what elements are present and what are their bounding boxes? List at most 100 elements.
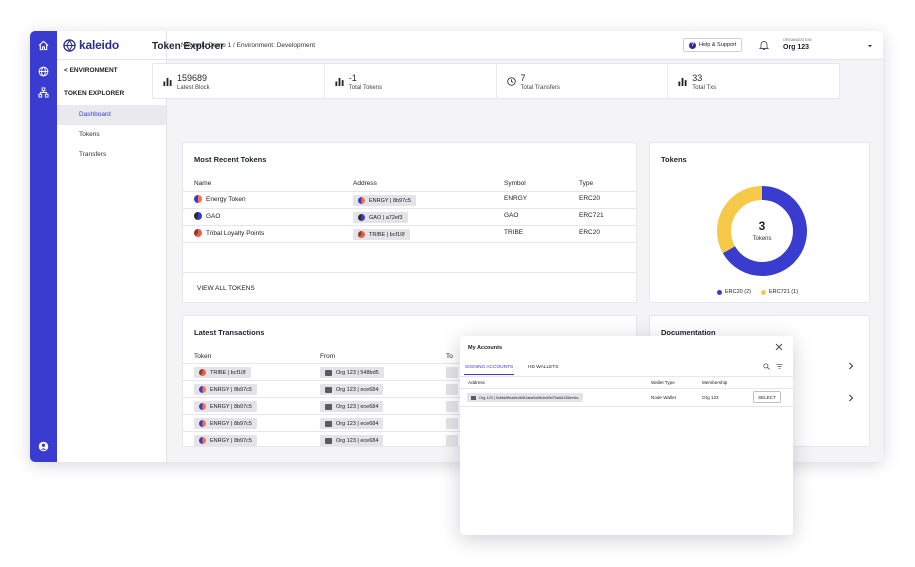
tx-from: Org 123 | ece684 (336, 437, 379, 444)
wallet-icon (325, 437, 332, 444)
icon-rail (30, 31, 57, 462)
token-address: TRIBE | bcf10f (369, 231, 405, 238)
tx-to-chip[interactable] (446, 367, 458, 378)
stat-label: Total Txs (692, 85, 717, 91)
stat-value: -1 (348, 73, 357, 83)
tx-from-chip[interactable]: Org 123 | ece684 (320, 418, 384, 429)
tx-token: ENRGY | 8b97c5 (210, 403, 252, 410)
stat-total-tokens: -1 Total Tokens (325, 64, 497, 98)
tx-from: Org 123 | ece684 (336, 386, 379, 393)
donut-legend: ERC20 (2) ERC721 (1) (717, 289, 798, 295)
legend-swatch-erc721 (760, 289, 766, 295)
token-address-chip[interactable]: ENRGY | 8b97c5 (353, 195, 416, 206)
wallet-icon (471, 395, 476, 400)
modal-title: My Accounts (468, 345, 503, 351)
tx-from-chip[interactable]: Org 123 | ece684 (320, 401, 384, 412)
column-header-wallet-type: Wallet Type (651, 380, 675, 385)
tx-to-chip[interactable] (446, 384, 458, 395)
nav-item-transfers[interactable]: Transfers (57, 145, 166, 165)
nav-item-tokens[interactable]: Tokens (57, 125, 166, 145)
globe-icon[interactable] (36, 64, 51, 79)
tx-token-chip[interactable]: ENRGY | 8b97c5 (194, 418, 257, 429)
donut-count: 3 (759, 219, 766, 233)
table-row[interactable]: Tribal Loyalty Points (194, 229, 264, 237)
table-row[interactable]: Energy Token (194, 195, 246, 203)
divider (183, 191, 636, 192)
home-icon[interactable] (36, 38, 51, 53)
help-icon: ? (689, 41, 696, 49)
token-address-chip[interactable]: GAO | a72ef3 (353, 212, 408, 223)
tx-from: Org 123 | ece684 (336, 403, 379, 410)
tribe-token-icon (358, 231, 365, 238)
column-header-from: From (320, 353, 336, 360)
view-all-tokens-link[interactable]: VIEW ALL TOKENS (197, 285, 255, 292)
token-symbol: TRIBE (504, 229, 524, 236)
energy-token-icon (199, 420, 206, 427)
stats-bar: 159689 Latest Block -1 Total Tokens 7 To… (152, 63, 840, 99)
tx-token-chip[interactable]: TRIBE | bcf10f (194, 367, 251, 378)
chevron-right-icon[interactable] (848, 394, 854, 402)
legend-label-erc721: ERC721 (1) (768, 289, 799, 295)
clock-icon (506, 77, 516, 86)
token-name: Tribal Loyalty Points (206, 229, 265, 237)
network-icon[interactable] (36, 85, 51, 100)
tx-to-chip[interactable] (446, 435, 458, 446)
divider (183, 225, 636, 226)
stat-value: 7 (520, 73, 526, 83)
token-type: ERC20 (579, 195, 600, 202)
wallet-icon (325, 386, 332, 393)
token-address-chip[interactable]: TRIBE | bcf10f (353, 229, 410, 240)
help-support-button[interactable]: ? Help & Support (683, 38, 743, 52)
tx-token-chip[interactable]: ENRGY | 8b97c5 (194, 401, 257, 412)
bar-chart-icon (163, 77, 172, 86)
filter-icon[interactable] (776, 363, 783, 370)
token-type: ERC20 (579, 229, 600, 236)
org-name[interactable]: Org 123 (783, 44, 809, 51)
tab-hd-wallets[interactable]: HD WALLETS (528, 365, 558, 370)
tokens-chart-title: Tokens (661, 155, 687, 164)
table-row[interactable]: GAO (194, 212, 220, 220)
stat-value: 159689 (177, 73, 208, 83)
caret-down-icon[interactable] (867, 43, 873, 49)
tx-token-chip[interactable]: ENRGY | 8b97c5 (194, 384, 257, 395)
divider (460, 388, 793, 389)
tx-from-chip[interactable]: Org 123 | 548bd5 (320, 367, 384, 378)
bar-chart-icon (335, 77, 344, 86)
tx-from: Org 123 | ece684 (336, 420, 379, 427)
bell-icon[interactable] (758, 39, 770, 51)
account-icon[interactable] (36, 439, 51, 454)
nav-item-dashboard[interactable]: Dashboard (57, 105, 166, 125)
tx-from-chip[interactable]: Org 123 | ece684 (320, 384, 384, 395)
tx-from-chip[interactable]: Org 123 | ece684 (320, 435, 384, 446)
wallet-icon (325, 420, 332, 427)
energy-token-icon (199, 386, 206, 393)
token-name: GAO (206, 212, 221, 220)
column-header-type: Type (579, 180, 594, 187)
column-header-to: To (446, 353, 453, 360)
brand-logo[interactable]: kaleido (57, 31, 166, 60)
tx-from: Org 123 | 548bd5 (336, 369, 379, 376)
close-icon[interactable] (775, 343, 783, 351)
help-support-label: Help & Support (699, 42, 737, 48)
divider (183, 272, 636, 273)
tx-to-chip[interactable] (446, 418, 458, 429)
stat-label: Total Tokens (348, 85, 382, 91)
nav-back-environment[interactable]: < ENVIRONMENT (64, 67, 118, 74)
recent-tokens-title: Most Recent Tokens (194, 155, 267, 164)
top-bar: Network: Demo 1 / Environment: Developme… (167, 31, 883, 60)
select-account-button[interactable]: SELECT (753, 391, 781, 403)
divider (183, 242, 636, 243)
nav-section-token-explorer[interactable]: TOKEN EXPLORER (64, 90, 124, 97)
account-address-chip[interactable]: Org 123 | 0xbfa2ffea6e4b9f1abe6a9b4ed9d7… (467, 393, 583, 402)
tribe-token-icon (199, 369, 206, 376)
column-header-address: Address (468, 380, 485, 385)
tx-token-chip[interactable]: ENRGY | 8b97c5 (194, 435, 257, 446)
stat-label: Total Transfers (520, 85, 560, 91)
tab-signing-accounts[interactable]: SIGNING ACCOUNTS (465, 365, 513, 370)
gao-token-icon (358, 214, 365, 221)
search-icon[interactable] (763, 363, 770, 370)
tribe-token-icon (194, 229, 202, 237)
stat-latest-block: 159689 Latest Block (153, 64, 325, 98)
tx-to-chip[interactable] (446, 401, 458, 412)
chevron-right-icon[interactable] (848, 362, 854, 370)
